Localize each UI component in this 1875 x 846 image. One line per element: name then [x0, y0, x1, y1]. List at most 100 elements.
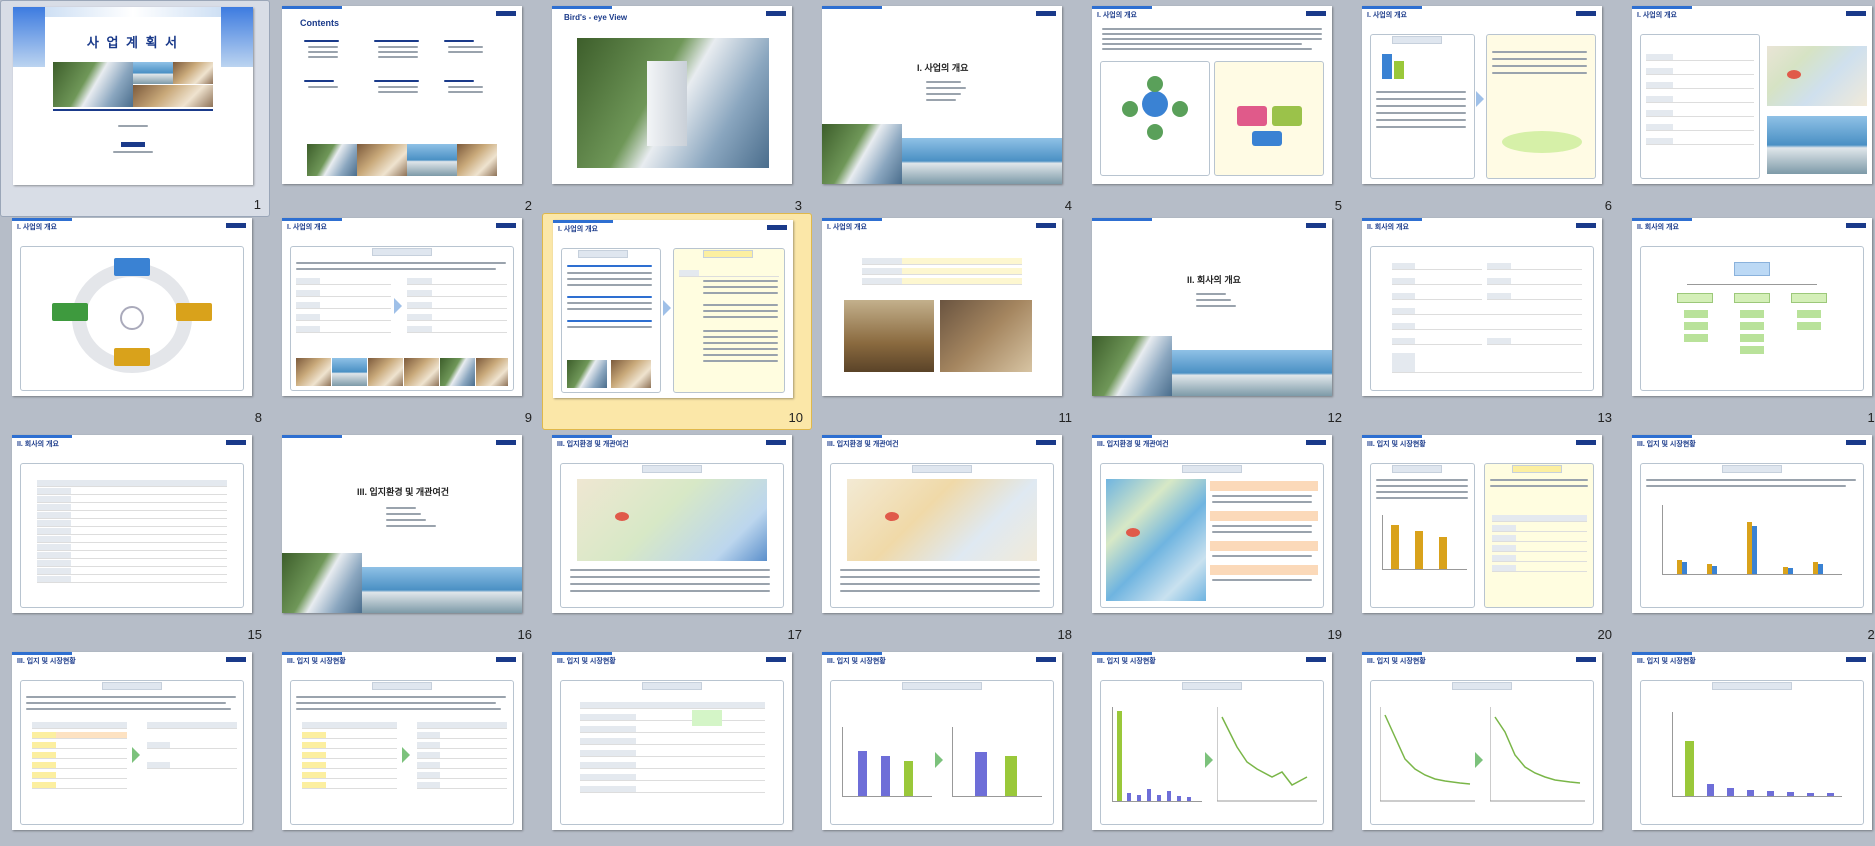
slide-3-canvas: Bird's - eye View — [552, 6, 792, 184]
slide-20-title: III. 입지 및 시장현황 — [1367, 441, 1426, 448]
slide-thumbnail-8[interactable]: I. 사업의 개요 8 — [0, 212, 270, 429]
slide-thumbnail-24[interactable]: III. 입지 및 시장현황 24 — [540, 646, 810, 846]
slide-number: 18 — [1057, 627, 1072, 642]
slide-number: 21 — [1867, 627, 1875, 642]
slide-25-canvas: III. 입지 및 시장현황 — [822, 652, 1062, 830]
slide-thumbnail-6[interactable]: I. 사업의 개요 6 — [1350, 0, 1620, 217]
slide-number: 12 — [1327, 410, 1342, 425]
slide-27-title: III. 입지 및 시장현황 — [1367, 658, 1426, 665]
slide-1-canvas: 사 업 계 획 서 — [13, 7, 253, 185]
slide-17-canvas: III. 입지환경 및 개관여건 — [552, 435, 792, 613]
cover-title: 사 업 계 획 서 — [86, 35, 180, 50]
slide-thumbnail-22[interactable]: III. 입지 및 시장현황 22 — [0, 646, 270, 846]
slide-number: 5 — [1334, 198, 1342, 213]
slide-number: 14 — [1867, 410, 1875, 425]
slide-18-canvas: III. 입지환경 및 개관여건 — [822, 435, 1062, 613]
slide-9-canvas: I. 사업의 개요 — [282, 218, 522, 396]
slide-23-title: III. 입지 및 시장현황 — [287, 658, 346, 665]
slide-sorter-grid: 사 업 계 획 서 1 Contents 2 Bird's - eye View… — [0, 0, 1875, 846]
slide-thumbnail-21[interactable]: III. 입지 및 시장현황 21 — [1620, 429, 1875, 646]
slide-14-canvas: II. 회사의 개요 — [1632, 218, 1872, 396]
slide-number: 9 — [524, 410, 532, 425]
slide-thumbnail-4[interactable]: I. 사업의 개요 4 — [810, 0, 1080, 217]
slide-28-title: III. 입지 및 시장현황 — [1637, 658, 1696, 665]
slide-thumbnail-27[interactable]: III. 입지 및 시장현황 27 — [1350, 646, 1620, 846]
slide-11-canvas: I. 사업의 개요 — [822, 218, 1062, 396]
slide-18-title: III. 입지환경 및 개관여건 — [827, 441, 899, 448]
slide-thumbnail-23[interactable]: III. 입지 및 시장현황 23 — [270, 646, 540, 846]
slide-thumbnail-14[interactable]: II. 회사의 개요 14 — [1620, 212, 1875, 429]
slide-4-canvas: I. 사업의 개요 — [822, 6, 1062, 184]
slide-thumbnail-19[interactable]: III. 입지환경 및 개관여건 19 — [1080, 429, 1350, 646]
slide-24-title: III. 입지 및 시장현황 — [557, 658, 616, 665]
slide-thumbnail-10[interactable]: I. 사업의 개요 10 — [542, 213, 812, 430]
slide-thumbnail-11[interactable]: I. 사업의 개요 11 — [810, 212, 1080, 429]
slide-21-canvas: III. 입지 및 시장현황 — [1632, 435, 1872, 613]
slide-thumbnail-9[interactable]: I. 사업의 개요 9 — [270, 212, 540, 429]
slide-number: 1 — [253, 197, 261, 212]
slide-thumbnail-2[interactable]: Contents 2 — [270, 0, 540, 217]
contents-title: Contents — [300, 18, 339, 28]
slide-number: 10 — [788, 410, 803, 425]
line-chart-icon — [1490, 707, 1585, 802]
slide-thumbnail-20[interactable]: III. 입지 및 시장현황 20 — [1350, 429, 1620, 646]
slide-23-canvas: III. 입지 및 시장현황 — [282, 652, 522, 830]
slide-15-canvas: II. 회사의 개요 — [12, 435, 252, 613]
slide-5-title: I. 사업의 개요 — [1097, 12, 1137, 19]
slide-24-canvas: III. 입지 및 시장현황 — [552, 652, 792, 830]
slide-thumbnail-12[interactable]: II. 회사의 개요 12 — [1080, 212, 1350, 429]
slide-8-title: I. 사업의 개요 — [17, 224, 57, 231]
slide-number: 4 — [1064, 198, 1072, 213]
slide-7-title: I. 사업의 개요 — [1637, 12, 1677, 19]
slide-9-title: I. 사업의 개요 — [287, 224, 327, 231]
slide-thumbnail-25[interactable]: III. 입지 및 시장현황 25 — [810, 646, 1080, 846]
slide-thumbnail-13[interactable]: II. 회사의 개요 13 — [1350, 212, 1620, 429]
slide-number: 15 — [247, 627, 262, 642]
slide-number: 20 — [1597, 627, 1612, 642]
slide-20-canvas: III. 입지 및 시장현황 — [1362, 435, 1602, 613]
slide-thumbnail-5[interactable]: I. 사업의 개요 5 — [1080, 0, 1350, 217]
slide-28-canvas: III. 입지 및 시장현황 — [1632, 652, 1872, 830]
slide-10-canvas: I. 사업의 개요 — [553, 220, 793, 398]
slide-14-title: II. 회사의 개요 — [1637, 224, 1679, 231]
slide-13-title: II. 회사의 개요 — [1367, 224, 1409, 231]
slide-thumbnail-16[interactable]: III. 입지환경 및 개관여건 16 — [270, 429, 540, 646]
slide-17-title: III. 입지환경 및 개관여건 — [557, 441, 629, 448]
line-chart-icon — [1380, 707, 1475, 802]
slide-thumbnail-15[interactable]: II. 회사의 개요 15 — [0, 429, 270, 646]
slide-number: 8 — [254, 410, 262, 425]
slide-number: 3 — [794, 198, 802, 213]
section-heading: II. 회사의 개요 — [1187, 275, 1241, 285]
slide-thumbnail-3[interactable]: Bird's - eye View 3 — [540, 0, 810, 217]
slide-number: 11 — [1058, 410, 1073, 425]
slide-19-canvas: III. 입지환경 및 개관여건 — [1092, 435, 1332, 613]
slide-number: 2 — [524, 198, 532, 213]
slide-22-title: III. 입지 및 시장현황 — [17, 658, 76, 665]
slide-3-title: Bird's - eye View — [564, 13, 628, 22]
slide-number: 19 — [1327, 627, 1342, 642]
slide-thumbnail-26[interactable]: III. 입지 및 시장현황 26 — [1080, 646, 1350, 846]
slide-6-canvas: I. 사업의 개요 — [1362, 6, 1602, 184]
slide-thumbnail-18[interactable]: III. 입지환경 및 개관여건 18 — [810, 429, 1080, 646]
slide-6-title: I. 사업의 개요 — [1367, 12, 1407, 19]
slide-8-canvas: I. 사업의 개요 — [12, 218, 252, 396]
slide-thumbnail-28[interactable]: III. 입지 및 시장현황 28 — [1620, 646, 1875, 846]
slide-5-canvas: I. 사업의 개요 — [1092, 6, 1332, 184]
slide-16-canvas: III. 입지환경 및 개관여건 — [282, 435, 522, 613]
slide-thumbnail-17[interactable]: III. 입지환경 및 개관여건 17 — [540, 429, 810, 646]
slide-22-canvas: III. 입지 및 시장현황 — [12, 652, 252, 830]
slide-number: 13 — [1597, 410, 1612, 425]
slide-number: 16 — [517, 627, 532, 642]
slide-thumbnail-1[interactable]: 사 업 계 획 서 1 — [0, 0, 270, 217]
line-chart-icon — [1217, 707, 1317, 802]
slide-15-title: II. 회사의 개요 — [17, 441, 59, 448]
section-heading: III. 입지환경 및 개관여건 — [357, 487, 450, 497]
slide-26-canvas: III. 입지 및 시장현황 — [1092, 652, 1332, 830]
slide-21-title: III. 입지 및 시장현황 — [1637, 441, 1696, 448]
slide-26-title: III. 입지 및 시장현황 — [1097, 658, 1156, 665]
slide-19-title: III. 입지환경 및 개관여건 — [1097, 441, 1169, 448]
slide-13-canvas: II. 회사의 개요 — [1362, 218, 1602, 396]
slide-thumbnail-7[interactable]: I. 사업의 개요 7 — [1620, 0, 1875, 217]
slide-number: 17 — [787, 627, 802, 642]
section-heading: I. 사업의 개요 — [917, 63, 969, 73]
